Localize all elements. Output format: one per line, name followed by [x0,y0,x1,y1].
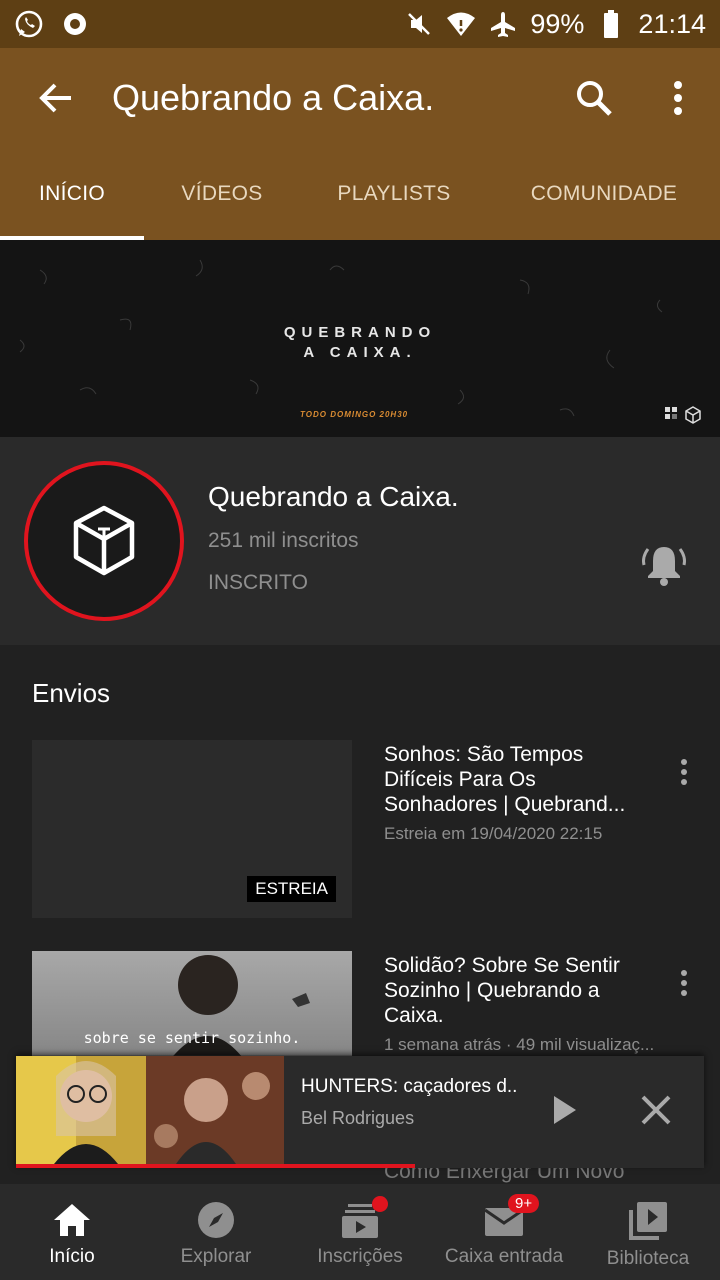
search-icon [577,81,612,116]
tab-inicio[interactable]: INÍCIO [0,148,144,240]
back-arrow-icon [39,83,71,113]
more-options-button[interactable] [636,48,720,148]
nav-inicio[interactable]: Início [0,1184,144,1280]
nav-inscricoes[interactable]: Inscrições [288,1184,432,1280]
nav-biblioteca[interactable]: Biblioteca [576,1184,720,1280]
tab-playlists[interactable]: PLAYLISTS [300,148,488,240]
library-icon [629,1202,667,1240]
back-button[interactable] [0,48,112,148]
home-icon [54,1204,90,1236]
banner-line-2: A CAIXA. [303,344,417,361]
box-logo-icon [685,406,701,424]
nav-label: Início [49,1246,95,1267]
video-thumbnail[interactable]: ESTREIA [32,740,352,918]
premiere-badge: ESTREIA [247,876,336,902]
channel-avatar[interactable] [24,461,184,621]
video-title[interactable]: Solidão? Sobre Se Sentir Sozinho | Quebr… [384,953,654,1028]
play-icon [554,1096,576,1124]
channel-header: Quebrando a Caixa. 251 mil inscritos INS… [0,437,720,645]
more-vert-icon [674,81,682,115]
notifications-bell-button[interactable] [640,541,688,589]
mute-icon [404,9,434,39]
banner-schedule: TODO DOMINGO 20H30 [300,410,409,419]
grid-logo-icon [665,407,677,419]
video-menu-button[interactable] [668,963,700,1003]
video-row[interactable]: ESTREIA Sonhos: São Tempos Difíceis Para… [0,740,720,930]
subscribed-button[interactable]: INSCRITO [208,571,308,595]
bell-ringing-icon [642,547,686,586]
channel-banner: QUEBRANDO A CAIXA. TODO DOMINGO 20H30 [0,240,720,437]
subscriber-count: 251 mil inscritos [208,529,359,552]
mini-player-thumbnail[interactable] [16,1056,284,1164]
close-icon [641,1095,671,1125]
more-vert-icon [681,970,687,996]
nav-label: Caixa entrada [444,1246,564,1267]
mini-player[interactable]: HUNTERS: caçadores d.. Bel Rodrigues [16,1056,704,1168]
nav-caixa-entrada[interactable]: Caixa entrada 9+ [432,1184,576,1280]
whatsapp-icon [14,9,44,39]
airplane-icon [488,9,518,39]
channel-name: Quebrando a Caixa. [208,481,459,512]
nav-explorar[interactable]: Explorar [144,1184,288,1280]
new-content-dot [372,1196,388,1212]
video-menu-button[interactable] [668,752,700,792]
nav-label: Inscrições [317,1246,403,1267]
mini-play-button[interactable] [542,1088,586,1132]
battery-level: 99% [530,8,585,39]
circle-app-icon [60,9,90,39]
mini-player-title[interactable]: HUNTERS: caçadores d.. [301,1076,517,1098]
app-bar: Quebrando a Caixa. [0,48,720,148]
wifi-icon [446,9,476,39]
search-button[interactable] [552,48,636,148]
inbox-badge: 9+ [508,1194,540,1213]
mini-player-channel: Bel Rodrigues [301,1108,415,1128]
video-meta: Estreia em 19/04/2020 22:15 [384,824,603,843]
banner-logos [664,406,702,424]
tab-videos[interactable]: VÍDEOS [144,148,300,240]
section-title: Envios [32,678,111,708]
banner-line-1: QUEBRANDO [283,324,437,341]
compass-icon [198,1202,234,1238]
mini-thumbnail-art [16,1056,284,1164]
tab-comunidade[interactable]: COMUNIDADE [488,148,720,240]
status-bar: 99% 21:14 [0,0,720,48]
nav-label: Explorar [180,1246,252,1267]
thumbnail-caption: sobre se sentir sozinho. [83,1029,301,1047]
nav-label: Biblioteca [606,1248,690,1269]
video-title[interactable]: Sonhos: São Tempos Difíceis Para Os Sonh… [384,742,654,817]
box-logo-icon [73,505,135,576]
more-vert-icon [681,759,687,785]
channel-tabs: INÍCIO VÍDEOS PLAYLISTS COMUNIDADE [0,148,720,240]
mini-close-button[interactable] [634,1088,678,1132]
clock: 21:14 [638,8,706,39]
bottom-navigation: Início Explorar Inscrições Caixa entrada… [0,1184,720,1280]
battery-icon [596,9,626,39]
video-meta: 1 semana atrás · 49 mil visualizaç... [384,1035,655,1054]
page-title: Quebrando a Caixa. [112,77,435,118]
mini-player-progress [16,1164,416,1168]
